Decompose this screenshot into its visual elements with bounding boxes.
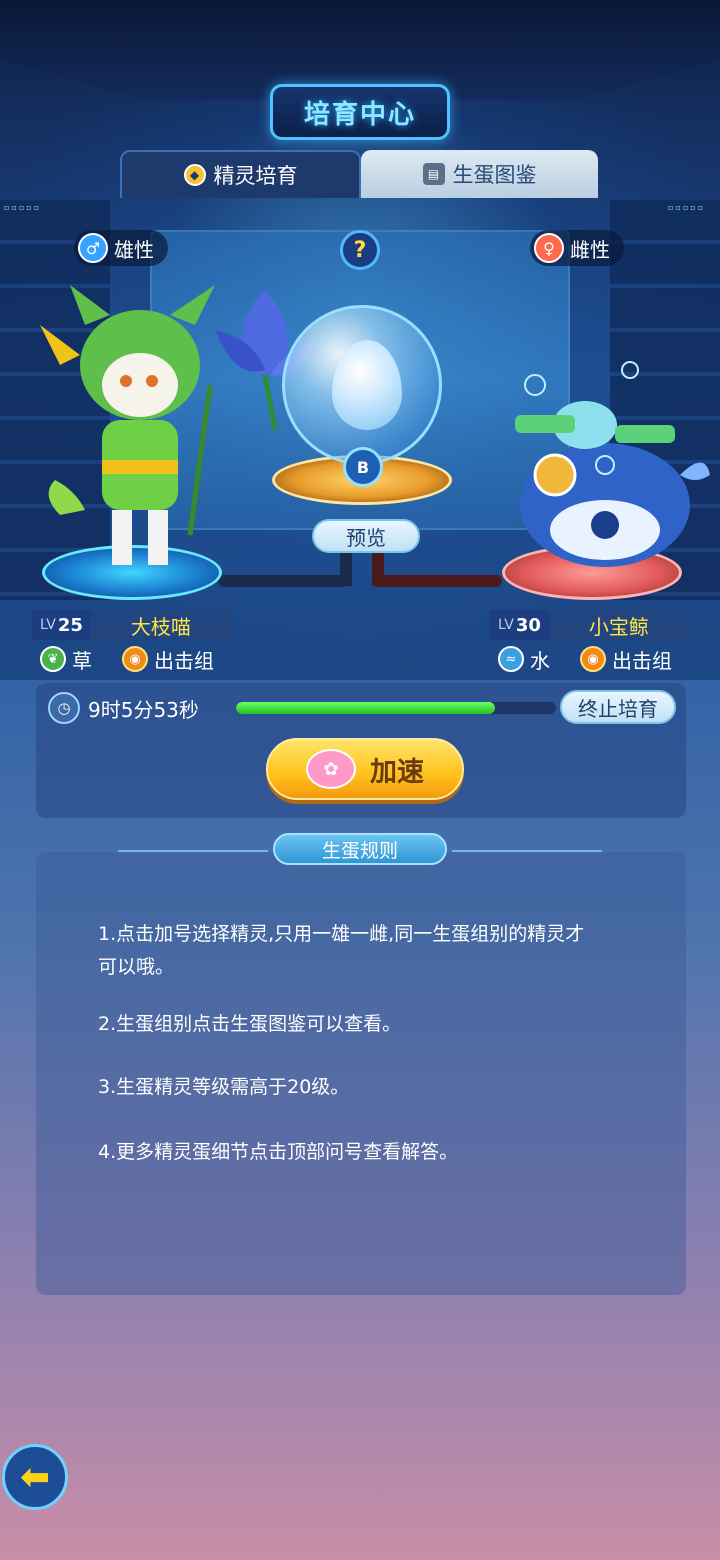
back-arrow-icon: ⬅ <box>2 1444 68 1510</box>
timer-icon: ◷ <box>48 692 80 724</box>
page-title: 培育中心 <box>270 84 450 140</box>
female-pet-group: 出击组 <box>612 648 672 673</box>
male-pet-info: LV 25 大枝喵 <box>32 610 231 640</box>
pipe-right <box>372 575 502 587</box>
rules-title: 生蛋规则 <box>273 833 447 865</box>
female-level-prefix: LV <box>498 617 514 633</box>
group-icon: ◉ <box>122 646 148 672</box>
female-label: 雌性 <box>570 237 610 262</box>
progress-bar <box>236 702 556 714</box>
water-type-icon: ≈ <box>498 646 524 672</box>
male-level-prefix: LV <box>40 617 56 633</box>
tab-egg-book-label: 生蛋图鉴 <box>452 163 537 187</box>
male-slot-label[interactable]: ♂ 雄性 <box>74 230 168 266</box>
speed-up-label: 加速 <box>370 756 424 788</box>
female-pet-tags: ≈ 水 ◉ 出击组 <box>498 644 672 674</box>
tab-egg-book[interactable]: ▤ 生蛋图鉴 <box>361 150 598 198</box>
female-pet-type: 水 <box>530 648 550 673</box>
male-label: 雄性 <box>114 237 154 262</box>
stop-breeding-button[interactable]: 终止培育 <box>560 690 676 724</box>
male-pet-group: 出击组 <box>154 648 214 673</box>
female-level-box: LV 30 <box>490 610 549 640</box>
dots-decoration-left: ▫▫▫▫▫ <box>4 203 42 212</box>
pipe-left-vertical <box>340 548 352 586</box>
breeding-timer: 9时5分53秒 <box>88 698 199 722</box>
female-icon: ♀ <box>534 233 564 263</box>
help-button[interactable]: ? <box>340 230 380 270</box>
grass-type-icon: ❦ <box>40 646 66 672</box>
pipe-right-vertical <box>372 548 384 586</box>
rule-item: 4.更多精灵蛋细节点击顶部问号查看解答。 <box>98 1141 459 1163</box>
female-pet-sprite[interactable] <box>505 355 715 595</box>
book-icon: ▤ <box>422 163 445 185</box>
male-pet-name: 大枝喵 <box>90 610 231 640</box>
male-level: 25 <box>57 614 83 636</box>
dots-decoration-right: ▫▫▫▫▫ <box>668 203 706 212</box>
preview-button[interactable]: 预览 <box>312 519 420 553</box>
rule-item: 2.生蛋组别点击生蛋图鉴可以查看。 <box>98 1013 402 1035</box>
back-button[interactable]: ⬅ <box>0 1442 72 1518</box>
rules-divider-right <box>452 850 602 852</box>
male-pet-tags: ❦ 草 ◉ 出击组 <box>40 644 214 674</box>
progress-bar-fill <box>236 702 496 714</box>
male-icon: ♂ <box>78 233 108 263</box>
male-pet-type: 草 <box>72 648 92 673</box>
group-icon: ◉ <box>580 646 606 672</box>
egg-badge: B <box>343 447 383 487</box>
female-slot-label[interactable]: ♀ 雌性 <box>530 230 624 266</box>
female-level: 30 <box>515 614 541 636</box>
breed-icon: ◆ <box>183 164 206 186</box>
rules-divider-left <box>118 850 268 852</box>
tab-breeding-label: 精灵培育 <box>213 164 298 188</box>
female-pet-name: 小宝鲸 <box>548 610 689 640</box>
rule-item: 3.生蛋精灵等级需高于20级。 <box>98 1076 350 1098</box>
male-level-box: LV 25 <box>32 610 91 640</box>
female-pet-info: LV 30 小宝鲸 <box>490 610 689 640</box>
speed-mascot-icon: ✿ <box>306 749 356 789</box>
tab-bar: ◆ 精灵培育 ▤ 生蛋图鉴 <box>120 150 598 198</box>
speed-up-button[interactable]: ✿ 加速 <box>266 738 464 800</box>
rule-item: 1.点击加号选择精灵,只用一雄一雌,同一生蛋组别的精灵才可以哦。 <box>98 923 585 978</box>
tab-breeding[interactable]: ◆ 精灵培育 <box>120 150 361 198</box>
